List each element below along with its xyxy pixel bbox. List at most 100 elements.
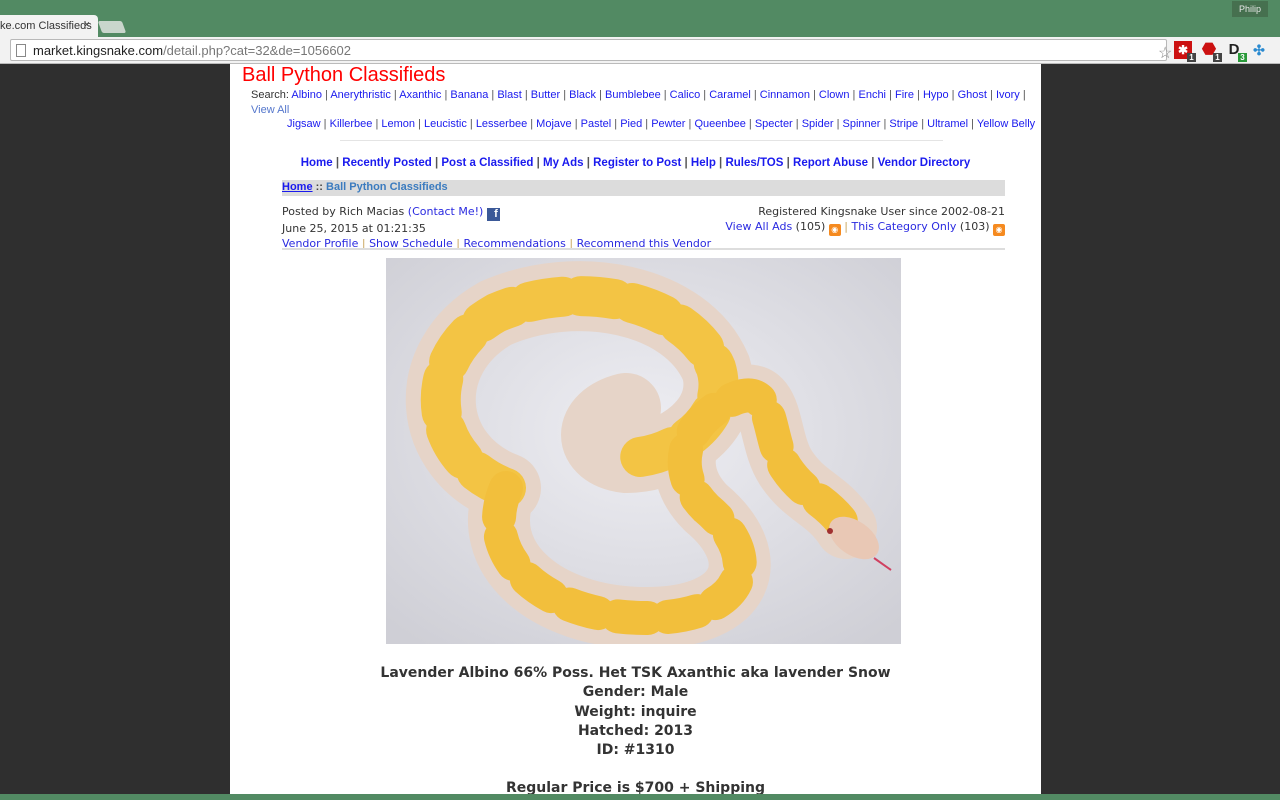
search-link-yellow-belly[interactable]: Yellow Belly [977,118,1035,130]
view-all-ads-link[interactable]: View All Ads [725,220,792,233]
separator: | [986,89,996,101]
profile-button[interactable]: Philip [1232,1,1268,17]
search-link-banana[interactable]: Banana [450,89,488,101]
search-link-butter[interactable]: Butter [531,89,560,101]
search-label: Search: [251,89,289,101]
search-link-jigsaw[interactable]: Jigsaw [287,118,321,130]
search-link-spider[interactable]: Spider [802,118,834,130]
search-link-hypo[interactable]: Hypo [923,89,949,101]
search-link-bumblebee[interactable]: Bumblebee [605,89,661,101]
detail-line [230,760,1041,779]
separator: | [715,157,726,169]
search-link-ghost[interactable]: Ghost [958,89,987,101]
separator: | [681,157,691,169]
search-link-mojave[interactable]: Mojave [536,118,571,130]
contact-link[interactable]: (Contact Me!) [408,205,484,218]
search-link-albino[interactable]: Albino [291,89,322,101]
search-link-ultramel[interactable]: Ultramel [927,118,968,130]
page-content: Ball Python Classifieds Search: Albino |… [230,64,1041,796]
separator: | [415,118,425,130]
breadcrumb-home[interactable]: Home [282,181,313,193]
search-link-cinnamon[interactable]: Cinnamon [760,89,810,101]
separator: | [918,118,928,130]
search-link-black[interactable]: Black [569,89,596,101]
detail-line: Hatched: 2013 [577,722,694,739]
search-link-killerbee[interactable]: Killerbee [330,118,373,130]
rss-icon[interactable]: ◉ [993,224,1005,236]
search-link-fire[interactable]: Fire [895,89,914,101]
detail-line: Lavender Albino 66% Poss. Het TSK Axanth… [380,665,891,681]
browser-tab[interactable]: ke.com Classifieds × [0,15,98,38]
separator: | [1019,89,1026,101]
breadcrumb-category[interactable]: Ball Python Classifieds [326,181,448,193]
search-link-anerythristic[interactable]: Anerythristic [330,89,391,101]
separator: | [431,157,442,169]
separator: | [560,89,570,101]
separator: | [913,89,923,101]
separator: | [809,89,819,101]
adblock-extension-icon[interactable]: ⬣ 1 [1200,41,1222,62]
search-morphs: Search: Albino | Anerythristic | Axanthi… [251,88,1041,132]
search-link-stripe[interactable]: Stripe [889,118,918,130]
page-title: Ball Python Classifieds [242,64,446,86]
search-link-enchi[interactable]: Enchi [858,89,886,101]
search-link-pastel[interactable]: Pastel [581,118,612,130]
search-link-clown[interactable]: Clown [819,89,850,101]
new-tab-button[interactable] [97,21,127,33]
breadcrumb-separator: :: [315,181,323,193]
search-link-blast[interactable]: Blast [497,89,521,101]
nav-report-abuse[interactable]: Report Abuse [793,157,868,169]
search-view-all-link[interactable]: View All [251,104,289,116]
nav-help[interactable]: Help [691,157,716,169]
search-link-ivory[interactable]: Ivory [996,89,1020,101]
address-bar[interactable]: market.kingsnake.com/detail.php?cat=32&d… [10,39,1172,62]
facebook-icon[interactable]: f [486,208,500,221]
nav-home[interactable]: Home [301,157,333,169]
nav-recently-posted[interactable]: Recently Posted [342,157,431,169]
registered-since: Registered Kingsnake User since 2002-08-… [758,205,1005,218]
lastpass-extension-icon[interactable]: ✱ 1 [1174,41,1196,62]
page-icon [16,44,26,57]
separator: | [488,89,498,101]
bookmark-star-icon[interactable]: ☆ [1158,43,1172,63]
category-count: (103) [959,220,990,233]
separator: | [792,118,802,130]
nav-register-to-post[interactable]: Register to Post [593,157,681,169]
search-link-caramel[interactable]: Caramel [709,89,751,101]
separator: | [571,118,581,130]
category-only-link[interactable]: This Category Only [851,220,956,233]
network-extension-icon[interactable]: ✣ [1250,41,1268,59]
detail-line: ID: #1310 [596,742,675,759]
separator: | [660,89,670,101]
nav-my-ads[interactable]: My Ads [543,157,583,169]
nav-post-a-classified[interactable]: Post a Classified [441,157,533,169]
search-link-queenbee[interactable]: Queenbee [694,118,745,130]
nav-vendor-directory[interactable]: Vendor Directory [878,157,971,169]
search-link-pewter[interactable]: Pewter [651,118,685,130]
separator: | [833,118,843,130]
close-tab-icon[interactable]: × [84,19,90,31]
separator: | [745,118,755,130]
detail-line: Weight: inquire [574,703,697,720]
separator: | [527,118,537,130]
search-link-specter[interactable]: Specter [755,118,793,130]
search-link-lemon[interactable]: Lemon [381,118,415,130]
separator: | [533,157,544,169]
search-link-lesserbee[interactable]: Lesserbee [476,118,527,130]
search-link-leucistic[interactable]: Leucistic [424,118,467,130]
listing-meta: Registered Kingsnake User since 2002-08-… [282,204,1005,251]
divider [282,248,1005,250]
url-host: market.kingsnake.com [33,43,164,58]
separator: | [783,157,794,169]
search-link-calico[interactable]: Calico [670,89,701,101]
rss-icon[interactable]: ◉ [828,224,841,236]
disconnect-extension-icon[interactable]: D3 [1225,41,1247,62]
search-link-pied[interactable]: Pied [620,118,642,130]
separator: | [320,118,330,130]
tab-title: ke.com Classifieds [0,20,92,32]
posted-by: Posted by Rich Macias [282,205,405,218]
search-link-axanthic[interactable]: Axanthic [399,89,441,101]
nav-rules-tos[interactable]: Rules/TOS [725,157,783,169]
separator: | [700,89,710,101]
search-link-spinner[interactable]: Spinner [843,118,881,130]
